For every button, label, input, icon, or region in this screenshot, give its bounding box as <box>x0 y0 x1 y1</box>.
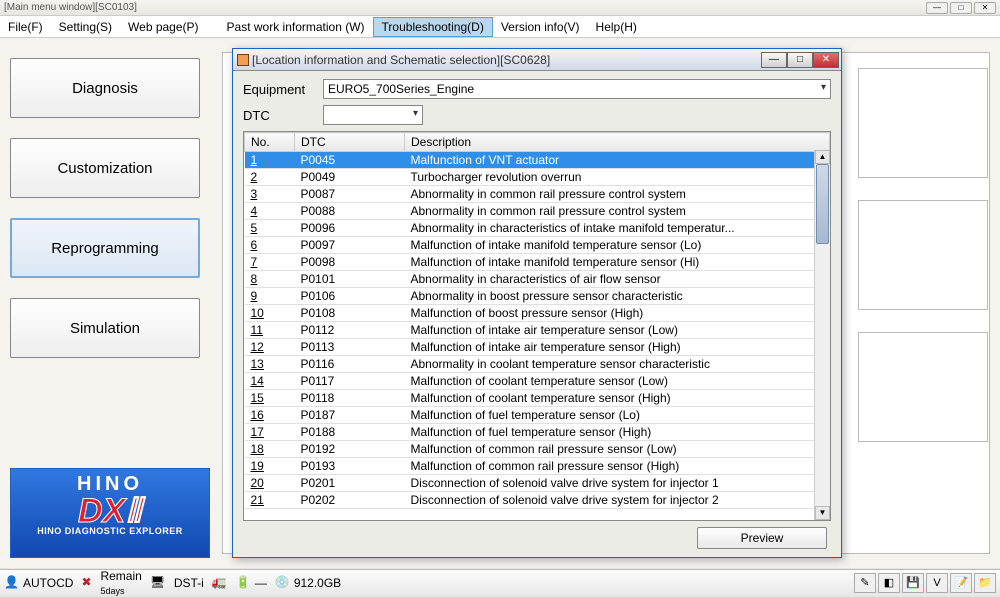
sidebar-customization[interactable]: Customization <box>10 138 200 198</box>
scroll-thumb[interactable] <box>816 164 829 244</box>
table-row[interactable]: 21P0202Disconnection of solenoid valve d… <box>245 492 830 509</box>
table-row[interactable]: 1P0045Malfunction of VNT actuator <box>245 152 830 169</box>
table-row[interactable]: 6P0097Malfunction of intake manifold tem… <box>245 237 830 254</box>
sidebar-simulation[interactable]: Simulation <box>10 298 200 358</box>
dtc-dialog: [Location information and Schematic sele… <box>232 48 842 558</box>
statusbar: 👤 AUTOCD ✖ Remain5days 🖥 DST-i 🚛 🔋— 💿912… <box>0 569 1000 595</box>
dialog-title: [Location information and Schematic sele… <box>252 53 550 67</box>
menu-file[interactable]: File(F) <box>0 18 51 36</box>
table-row[interactable]: 18P0192Malfunction of common rail pressu… <box>245 441 830 458</box>
status-battery: 🔋— <box>236 575 267 591</box>
truck-icon: 🚛 <box>212 575 228 591</box>
logo-subtitle: HINO DIAGNOSTIC EXPLORER <box>15 526 205 536</box>
preview-button[interactable]: Preview <box>697 527 827 549</box>
table-row[interactable]: 12P0113Malfunction of intake air tempera… <box>245 339 830 356</box>
status-toolbar: ✎ ◧ 💾 V 📝 📁 <box>854 573 996 593</box>
table-row[interactable]: 7P0098Malfunction of intake manifold tem… <box>245 254 830 271</box>
tool-save[interactable]: 💾 <box>902 573 924 593</box>
tool-v[interactable]: V <box>926 573 948 593</box>
right-panel-3 <box>858 332 988 442</box>
dtc-combo[interactable] <box>323 105 423 125</box>
dtc-label: DTC <box>243 108 323 123</box>
dialog-icon <box>237 54 249 66</box>
right-panel-1 <box>858 68 988 178</box>
table-row[interactable]: 20P0201Disconnection of solenoid valve d… <box>245 475 830 492</box>
battery-icon: 🔋 <box>236 575 252 591</box>
col-desc[interactable]: Description <box>405 133 830 152</box>
status-device-icon: 🖥 <box>150 575 166 591</box>
status-remain: ✖ Remain5days <box>81 569 141 597</box>
col-no[interactable]: No. <box>245 133 295 152</box>
device-icon: 🖥 <box>150 575 166 591</box>
dtc-table[interactable]: No. DTC Description 1P0045Malfunction of… <box>244 132 830 509</box>
sidebar: Diagnosis Customization Reprogramming Si… <box>10 58 210 378</box>
scroll-down[interactable]: ▼ <box>815 506 830 520</box>
sidebar-reprogramming[interactable]: Reprogramming <box>10 218 200 278</box>
table-row[interactable]: 11P0112Malfunction of intake air tempera… <box>245 322 830 339</box>
dialog-minimize[interactable]: — <box>761 52 787 68</box>
tool-pencil[interactable]: ✎ <box>854 573 876 593</box>
menu-setting[interactable]: Setting(S) <box>51 18 120 36</box>
tool-folder[interactable]: 📁 <box>974 573 996 593</box>
menu-webpage[interactable]: Web page(P) <box>120 18 206 36</box>
table-row[interactable]: 19P0193Malfunction of common rail pressu… <box>245 458 830 475</box>
equipment-label: Equipment <box>243 82 323 97</box>
status-user: 👤 AUTOCD <box>4 575 73 591</box>
disk-icon: 💿 <box>275 575 291 591</box>
table-row[interactable]: 4P0088Abnormality in common rail pressur… <box>245 203 830 220</box>
menubar: File(F) Setting(S) Web page(P) Past work… <box>0 16 1000 38</box>
table-row[interactable]: 8P0101Abnormality in characteristics of … <box>245 271 830 288</box>
main-titlebar: [Main menu window][SC0103] — □ ✕ <box>0 0 1000 16</box>
user-icon: 👤 <box>4 575 20 591</box>
close-button[interactable]: ✕ <box>974 2 996 14</box>
dialog-maximize[interactable]: □ <box>787 52 813 68</box>
remain-icon: ✖ <box>81 575 97 591</box>
table-row[interactable]: 13P0116Abnormality in coolant temperatur… <box>245 356 830 373</box>
tool-eraser[interactable]: ◧ <box>878 573 900 593</box>
sidebar-diagnosis[interactable]: Diagnosis <box>10 58 200 118</box>
menu-help[interactable]: Help(H) <box>588 18 645 36</box>
table-row[interactable]: 5P0096Abnormality in characteristics of … <box>245 220 830 237</box>
table-row[interactable]: 16P0187Malfunction of fuel temperature s… <box>245 407 830 424</box>
equipment-combo[interactable]: EURO5_700Series_Engine <box>323 79 831 99</box>
table-row[interactable]: 14P0117Malfunction of coolant temperatur… <box>245 373 830 390</box>
minimize-button[interactable]: — <box>926 2 948 14</box>
tool-edit[interactable]: 📝 <box>950 573 972 593</box>
main-content: Diagnosis Customization Reprogramming Si… <box>0 38 1000 568</box>
logo-product: DXⅡ <box>15 496 205 526</box>
table-row[interactable]: 10P0108Malfunction of boost pressure sen… <box>245 305 830 322</box>
right-panel-2 <box>858 200 988 310</box>
menu-troubleshooting[interactable]: Troubleshooting(D) <box>373 17 493 37</box>
table-row[interactable]: 15P0118Malfunction of coolant temperatur… <box>245 390 830 407</box>
table-row[interactable]: 3P0087Abnormality in common rail pressur… <box>245 186 830 203</box>
main-window-controls: — □ ✕ <box>926 2 996 14</box>
dtc-table-wrap: No. DTC Description 1P0045Malfunction of… <box>243 131 831 521</box>
table-row[interactable]: 9P0106Abnormality in boost pressure sens… <box>245 288 830 305</box>
status-disk: 💿912.0GB <box>275 575 341 591</box>
menu-version[interactable]: Version info(V) <box>493 18 588 36</box>
right-panels <box>858 68 988 464</box>
table-row[interactable]: 17P0188Malfunction of fuel temperature s… <box>245 424 830 441</box>
table-scrollbar[interactable]: ▲ ▼ <box>814 150 830 520</box>
dialog-close[interactable]: ✕ <box>813 52 839 68</box>
table-row[interactable]: 2P0049Turbocharger revolution overrun <box>245 169 830 186</box>
status-truck: 🚛 <box>212 575 228 591</box>
maximize-button[interactable]: □ <box>950 2 972 14</box>
scroll-up[interactable]: ▲ <box>815 150 830 164</box>
dialog-titlebar[interactable]: [Location information and Schematic sele… <box>233 49 841 71</box>
logo: HINO DXⅡ HINO DIAGNOSTIC EXPLORER <box>10 468 210 558</box>
main-window-title: [Main menu window][SC0103] <box>4 2 137 13</box>
menu-pastwork[interactable]: Past work information (W) <box>219 18 373 36</box>
col-dtc[interactable]: DTC <box>295 133 405 152</box>
status-dst: DST-i <box>174 576 204 590</box>
